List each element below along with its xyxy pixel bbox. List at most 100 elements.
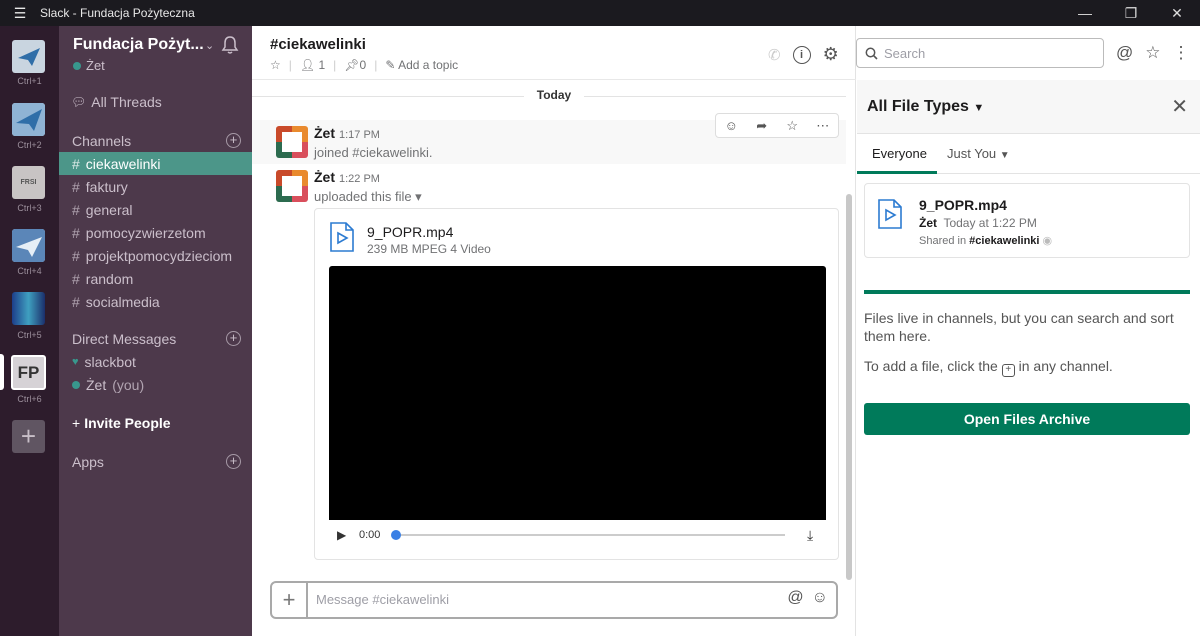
add-workspace-button[interactable]: + [12,420,45,453]
shared-channel-link[interactable]: #ciekawelinki [969,235,1039,247]
message-author[interactable]: Żet 1:22 PM [314,169,380,185]
message-text[interactable]: uploaded this file ▾ [314,189,422,205]
add-dm-icon[interactable]: + [226,331,241,346]
channel-label: faktury [85,178,128,195]
add-topic-label: Add a topic [398,58,459,72]
message-scrollbar[interactable] [846,194,852,580]
download-icon[interactable]: ⤓ [807,527,813,544]
channel-label: ciekawelinki [85,155,161,172]
message-input[interactable]: Message #ciekawelinki [316,592,449,607]
more-vertical-icon[interactable]: ⋮ [1173,43,1190,63]
file-list-item[interactable]: 9_POPR.mp4 Żet Today at 1:22 PM Shared i… [864,183,1190,258]
open-files-archive-button[interactable]: Open Files Archive [864,403,1190,435]
team-fp-icon[interactable]: FP [11,355,46,390]
search-input[interactable]: Search [856,38,1104,68]
avatar[interactable] [276,170,308,202]
team-4-icon[interactable] [12,229,45,262]
all-threads-link[interactable]: 💬︎ All Threads [71,94,162,110]
search-icon [865,47,878,60]
apps-header[interactable]: Apps [72,454,104,470]
team-1-icon[interactable] [12,40,45,73]
file-type-filter[interactable]: All File Types ▼ [867,98,984,116]
emoji-icon[interactable]: ☺ [812,589,828,607]
file-name[interactable]: 9_POPR.mp4 [367,224,453,240]
video-progress-knob[interactable] [391,530,401,540]
starred-icon[interactable]: ☆ [1145,43,1160,63]
close-icon[interactable]: ✕ [1171,94,1188,119]
minimize-button[interactable]: — [1062,0,1108,26]
header-right-icons: @ ☆ ⋮ [1116,43,1190,63]
channels-header[interactable]: Channels [72,133,131,149]
search-placeholder: Search [884,45,926,61]
caret-down-icon: ▼ [999,150,1010,161]
sidebar-channel-socialmedia[interactable]: # socialmedia [59,290,252,313]
member-icon: 👤︎ [299,58,316,72]
team-3-icon[interactable]: FRSI [12,166,45,199]
info-icon[interactable]: i [792,45,811,64]
files-divider-bar [864,290,1190,294]
file-meta: 239 MB MPEG 4 Video [367,242,491,256]
sidebar-channel-pomocyzwierzetom[interactable]: # pomocyzwierzetom [59,221,252,244]
members-count[interactable]: 👤︎ 1 [300,58,325,72]
message-composer: + Message #ciekawelinki @ ☺ [270,581,838,619]
all-threads-label: All Threads [91,94,162,110]
add-reaction-icon[interactable]: ☺ [716,114,747,137]
invite-people-button[interactable]: + Invite People [72,415,171,431]
attach-plus-button[interactable]: + [272,583,308,617]
star-icon[interactable]: ☆ [777,114,808,137]
current-user[interactable]: Żet [73,58,105,73]
dm-slackbot[interactable]: ♥ slackbot [72,354,136,370]
workspace-name[interactable]: Fundacja Pożyt... [73,36,204,54]
message-timestamp[interactable]: 1:22 PM [339,173,380,185]
mentions-icon[interactable]: @ [1116,43,1133,63]
sidebar-channel-faktury[interactable]: # faktury [59,175,252,198]
team-2-icon[interactable] [12,103,45,136]
add-app-icon[interactable]: + [226,454,241,469]
mention-icon[interactable]: @ [787,589,803,607]
add-file-icon: + [1001,364,1015,377]
dm-self[interactable]: Żet (you) [72,377,144,393]
sidebar-channel-projektpomocydzieciom[interactable]: # projektpomocydzieciom [59,244,252,267]
caret-down-icon: ▼ [973,102,985,114]
window-title: Slack - Fundacja Pożyteczna [40,6,195,20]
file-attachment[interactable]: 9_POPR.mp4 239 MB MPEG 4 Video ▶ 0:00 ⤓ [314,208,839,560]
tab-everyone[interactable]: Everyone [872,146,927,161]
video-player[interactable] [329,266,826,520]
sidebar-channel-general[interactable]: # general [59,198,252,221]
channel-label: socialmedia [85,293,160,310]
author-name: Żet [314,125,335,141]
add-channel-icon[interactable]: + [226,133,241,148]
gear-icon[interactable]: ⚙ [823,44,839,65]
pins-count[interactable]: 📌︎0 [344,58,366,72]
file-name[interactable]: 9_POPR.mp4 [919,197,1007,213]
add-topic-link[interactable]: ✎ Add a topic [385,58,458,72]
date-divider: Today [536,88,572,102]
team-5-icon[interactable] [12,292,45,325]
presence-dot-icon [73,61,81,70]
channel-title[interactable]: #ciekawelinki [270,36,366,53]
message-timestamp[interactable]: 1:17 PM [339,129,380,141]
hamburger-menu-icon[interactable]: ☰ [0,5,40,22]
tab-active-underline [857,171,937,174]
direct-messages-header[interactable]: Direct Messages [72,331,176,347]
tab-just-you[interactable]: Just You ▼ [947,146,1010,161]
sidebar-channel-random[interactable]: # random [59,267,252,290]
share-icon[interactable]: ➦ [747,114,778,137]
close-button[interactable]: ✕ [1154,0,1200,26]
team-1-shortcut: Ctrl+1 [17,76,42,86]
star-icon[interactable]: ☆ [270,58,281,72]
chevron-down-icon[interactable]: ⌄ [205,39,214,52]
video-progress[interactable] [391,530,785,540]
tab-just-you-label: Just You [947,146,997,161]
message-author[interactable]: Żet 1:17 PM [314,125,380,141]
avatar[interactable] [276,126,308,158]
call-icon[interactable]: ✆ [768,46,781,64]
pin-icon: 📌︎ [344,58,360,72]
files-tabs: Everyone Just You ▼ [857,134,1200,174]
sidebar-channel-ciekawelinki[interactable]: # ciekawelinki [59,152,252,175]
maximize-button[interactable]: ❐ [1108,0,1154,26]
bell-icon[interactable] [221,35,239,55]
members-value: 1 [318,58,326,72]
more-actions-icon[interactable]: ⋯ [808,114,839,137]
play-icon[interactable]: ▶ [337,528,357,542]
